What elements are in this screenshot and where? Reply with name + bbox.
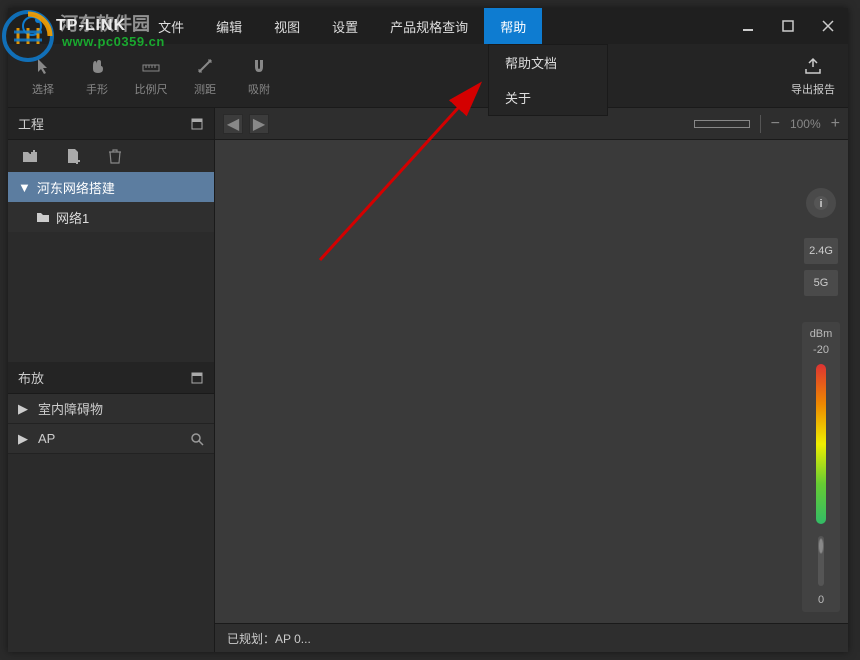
close-button[interactable] — [808, 8, 848, 44]
magnet-icon — [248, 55, 270, 77]
dbm-bottom-value: 0 — [818, 594, 824, 606]
app-logo-icon — [8, 8, 56, 44]
ruler-icon — [140, 55, 162, 77]
help-about-item[interactable]: 关于 — [489, 80, 607, 115]
tree-child-item[interactable]: 网络1 — [8, 202, 214, 232]
scale-indicator — [694, 120, 750, 128]
placement-obstacle-label: 室内障碍物 — [38, 399, 103, 418]
opacity-slider[interactable] — [818, 536, 824, 586]
tree-child-label: 网络1 — [56, 208, 89, 227]
panel-placement-title: 布放 — [18, 368, 44, 387]
sidebar: 工程 ▼ 河东网络搭建 网 — [8, 108, 214, 652]
placement-obstacle-row[interactable]: ▶ 室内障碍物 — [8, 394, 214, 424]
delete-icon[interactable] — [108, 148, 122, 164]
toolbar: 选择 手形 比例尺 测距 吸附 仿真 导出报告 — [8, 44, 848, 108]
zoom-out-button[interactable]: − — [771, 115, 780, 133]
collapse-icon[interactable] — [190, 371, 204, 385]
nav-next-button[interactable]: ▶ — [249, 114, 269, 134]
chevron-right-icon: ▶ — [18, 401, 28, 417]
new-folder-icon[interactable] — [22, 149, 38, 163]
cursor-icon — [32, 55, 54, 77]
tool-snap[interactable]: 吸附 — [232, 55, 286, 97]
tool-select[interactable]: 选择 — [16, 55, 70, 97]
new-file-icon[interactable] — [66, 148, 80, 164]
status-planned: 已规划：AP 0... — [227, 630, 311, 647]
dbm-top-value: -20 — [813, 344, 829, 356]
band-5g-button[interactable]: 5G — [804, 270, 838, 296]
menu-file[interactable]: 文件 — [142, 8, 200, 44]
zoom-in-button[interactable]: + — [831, 115, 840, 133]
canvas-area: ◀ ▶ − 100% + i 2.4G 5G dBm — [214, 108, 848, 652]
band-24g-button[interactable]: 2.4G — [804, 238, 838, 264]
zoom-value: 100% — [790, 117, 821, 131]
menu-settings[interactable]: 设置 — [316, 8, 374, 44]
brand-label: TP-LINK — [56, 17, 126, 35]
help-docs-item[interactable]: 帮助文档 — [489, 45, 607, 80]
dbm-label: dBm — [810, 328, 833, 340]
help-dropdown: 帮助文档 关于 — [488, 44, 608, 116]
svg-text:i: i — [819, 198, 822, 210]
menu-help[interactable]: 帮助 — [484, 8, 542, 44]
chevron-down-icon: ▼ — [18, 180, 31, 195]
collapse-icon[interactable] — [190, 117, 204, 131]
tree-root-item[interactable]: ▼ 河东网络搭建 — [8, 172, 214, 202]
placement-ap-row[interactable]: ▶ AP — [8, 424, 214, 454]
folder-icon — [36, 211, 50, 223]
tool-hand[interactable]: 手形 — [70, 55, 124, 97]
nav-prev-button[interactable]: ◀ — [223, 114, 243, 134]
main-menu: 文件 编辑 视图 设置 产品规格查询 帮助 — [142, 8, 542, 44]
tool-measure[interactable]: 测距 — [178, 55, 232, 97]
signal-strength-legend: dBm -20 0 — [802, 322, 840, 612]
menu-spec-query[interactable]: 产品规格查询 — [374, 8, 484, 44]
maximize-button[interactable] — [768, 8, 808, 44]
signal-gradient — [816, 364, 826, 524]
placement-ap-label: AP — [38, 431, 55, 446]
menu-edit[interactable]: 编辑 — [200, 8, 258, 44]
info-button[interactable]: i — [806, 188, 836, 218]
status-bar: 已规划：AP 0... — [215, 624, 848, 652]
slider-knob-icon — [818, 538, 824, 554]
panel-project-title: 工程 — [18, 114, 44, 133]
menu-view[interactable]: 视图 — [258, 8, 316, 44]
hand-icon — [86, 55, 108, 77]
minimize-button[interactable] — [728, 8, 768, 44]
project-file-ops — [8, 140, 214, 172]
export-icon — [802, 55, 824, 77]
search-icon[interactable] — [190, 432, 204, 446]
panel-placement-header: 布放 — [8, 362, 214, 394]
measure-icon — [194, 55, 216, 77]
canvas[interactable]: i 2.4G 5G dBm -20 0 — [215, 140, 848, 624]
titlebar: TP-LINK 文件 编辑 视图 设置 产品规格查询 帮助 — [8, 8, 848, 44]
panel-project-header: 工程 — [8, 108, 214, 140]
tree-root-label: 河东网络搭建 — [37, 178, 115, 197]
tool-scale[interactable]: 比例尺 — [124, 55, 178, 97]
chevron-right-icon: ▶ — [18, 431, 28, 447]
tool-export-report[interactable]: 导出报告 — [786, 55, 840, 97]
